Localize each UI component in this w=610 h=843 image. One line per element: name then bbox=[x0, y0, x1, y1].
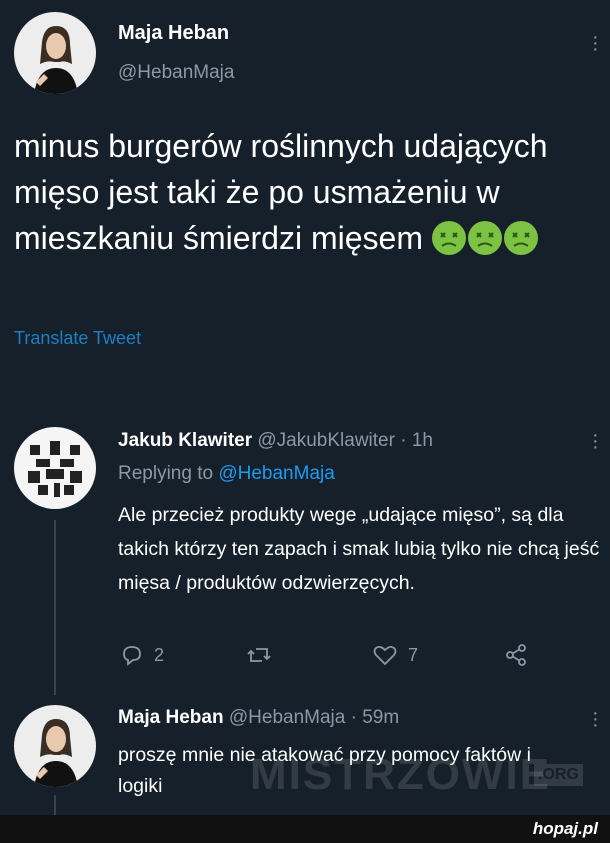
thread-connector-line bbox=[54, 520, 56, 695]
share-action[interactable] bbox=[504, 643, 528, 667]
more-options-icon[interactable]: · · · bbox=[592, 425, 599, 457]
like-action[interactable]: 7 bbox=[372, 643, 418, 667]
tweet-author-name[interactable]: Maja Heban bbox=[118, 22, 229, 45]
reply-timestamp[interactable]: · 59m bbox=[351, 707, 400, 728]
heart-icon bbox=[373, 645, 397, 666]
thread-connector-line bbox=[54, 795, 56, 815]
reply-header: Maja Heban @HebanMaja · 59m bbox=[118, 707, 399, 729]
like-count: 7 bbox=[408, 644, 419, 665]
avatar-photo-icon bbox=[34, 26, 78, 94]
translate-tweet-link[interactable]: Translate Tweet bbox=[14, 328, 141, 349]
org-watermark: .ORG bbox=[534, 764, 583, 786]
avatar[interactable] bbox=[14, 705, 96, 787]
hopaj-logo: hopaj.pl bbox=[532, 819, 598, 838]
more-options-icon[interactable]: · · · bbox=[592, 703, 599, 735]
footer-bar: hopaj.pl bbox=[0, 815, 610, 843]
reply-text: Ale przecież produkty wege „udające mięs… bbox=[118, 504, 600, 594]
reply-timestamp[interactable]: · 1h bbox=[400, 430, 433, 451]
reply-author-handle[interactable]: @JakubKlawiter bbox=[257, 430, 395, 451]
tweet-text: minus burgerów roślinnych udających mięs… bbox=[14, 123, 599, 261]
nauseated-face-icon bbox=[467, 221, 502, 255]
reply-count: 2 bbox=[154, 644, 165, 665]
reply-author-name[interactable]: Jakub Klawiter bbox=[118, 430, 252, 451]
reply-author-handle[interactable]: @HebanMaja bbox=[229, 707, 345, 728]
avatar[interactable] bbox=[14, 12, 96, 94]
identicon-icon bbox=[28, 441, 82, 497]
reply-action[interactable]: 2 bbox=[120, 643, 164, 667]
replying-to: Replying to @HebanMaja bbox=[118, 463, 335, 485]
share-icon bbox=[506, 644, 526, 666]
tweet-author-handle[interactable]: @HebanMaja bbox=[118, 62, 234, 84]
nauseated-face-icon bbox=[503, 221, 538, 255]
avatar-photo-icon bbox=[34, 719, 78, 787]
reply-header: Jakub Klawiter @JakubKlawiter · 1h bbox=[118, 430, 433, 452]
replying-to-handle[interactable]: @HebanMaja bbox=[218, 463, 334, 484]
avatar[interactable] bbox=[14, 427, 96, 509]
more-options-icon[interactable]: · · · bbox=[592, 27, 599, 59]
reply-icon bbox=[123, 646, 141, 666]
replying-to-label: Replying to bbox=[118, 463, 214, 484]
retweet-action[interactable] bbox=[246, 643, 282, 667]
reply-author-name[interactable]: Maja Heban bbox=[118, 707, 224, 728]
nauseated-face-icon bbox=[431, 221, 466, 255]
mistrzowie-watermark: MISTRZOWIE bbox=[250, 750, 552, 799]
retweet-icon bbox=[247, 648, 271, 662]
